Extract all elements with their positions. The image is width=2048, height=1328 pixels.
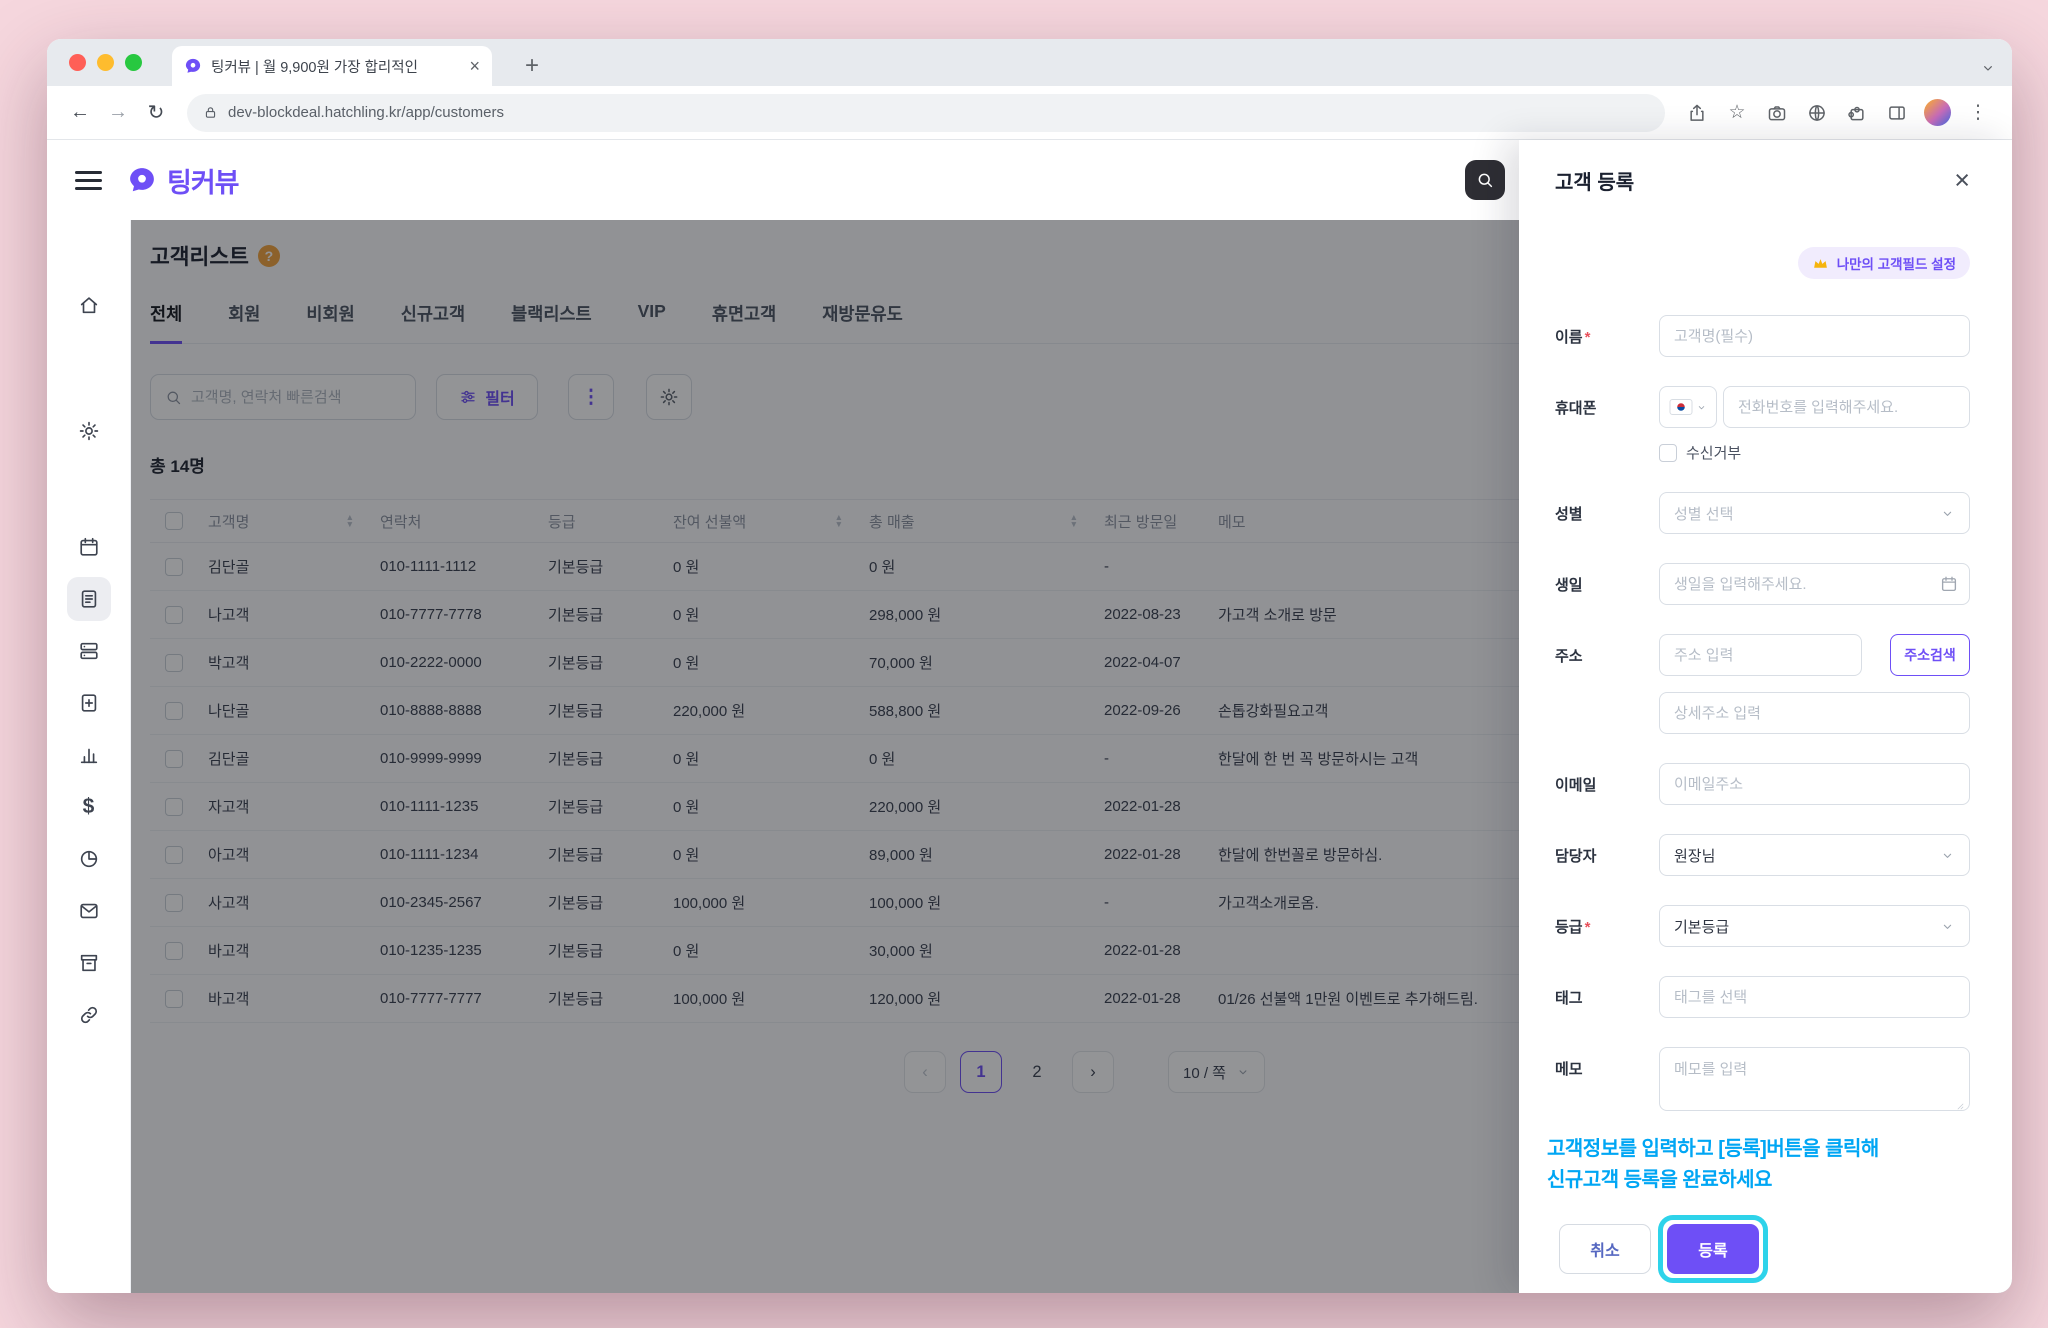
gender-label: 성별: [1555, 506, 1583, 523]
logo-text: 팅커뷰: [167, 167, 240, 198]
address-detail-input[interactable]: [1659, 692, 1970, 734]
gender-select[interactable]: 성별 선택: [1659, 492, 1970, 534]
phone-label: 휴대폰: [1555, 400, 1597, 417]
drawer-title: 고객 등록: [1555, 172, 1635, 194]
browser-menu-button[interactable]: ⋮: [1960, 96, 1996, 130]
calendar-icon[interactable]: [1940, 575, 1958, 593]
share-button[interactable]: [1679, 96, 1715, 130]
site-favicon-icon: [184, 57, 202, 75]
browser-tab[interactable]: 팅커뷰 | 월 9,900원 가장 합리적인 ×: [172, 46, 492, 86]
app-viewport: 팅커뷰 $ 고객리스트 ? 전체 회원 비회원 신규고객 블랙리스트 VIP 휴…: [47, 140, 2012, 1293]
reload-button[interactable]: ↻: [139, 96, 173, 130]
customer-register-drawer: 고객 등록 × 나만의 고객필드 설정 이름* 휴대폰: [1519, 140, 2012, 1293]
sidebar-item-settings[interactable]: [67, 409, 111, 453]
chevron-down-icon: [1940, 919, 1955, 934]
tab-close-icon[interactable]: ×: [469, 57, 480, 75]
search-icon: [1476, 171, 1494, 189]
global-search-button[interactable]: [1465, 160, 1505, 200]
browser-window: 팅커뷰 | 월 9,900원 가장 합리적인 × + ← → ↻ dev-blo…: [47, 39, 2012, 1293]
sidebar-item-statistics[interactable]: [67, 733, 111, 777]
sms-optout-row: 수신거부: [1659, 442, 1970, 463]
translate-icon: [1807, 103, 1827, 123]
crown-icon: [1812, 255, 1829, 272]
sidebar-item-home[interactable]: [67, 283, 111, 327]
country-code-select[interactable]: [1659, 386, 1717, 428]
submit-button[interactable]: 등록: [1658, 1215, 1768, 1283]
drawer-actions: 취소 등록: [1555, 1215, 1970, 1283]
birthday-label: 생일: [1555, 577, 1583, 594]
back-button[interactable]: ←: [63, 96, 97, 130]
url-text: dev-blockdeal.hatchling.kr/app/customers: [228, 104, 504, 121]
sidebar-item-sales[interactable]: $: [67, 785, 111, 829]
browser-tabstrip: 팅커뷰 | 월 9,900원 가장 합리적인 × +: [47, 39, 2012, 86]
tab-search-button[interactable]: [1980, 60, 1996, 76]
manager-select[interactable]: 원장님: [1659, 834, 1970, 876]
email-input[interactable]: [1659, 763, 1970, 805]
new-tab-button[interactable]: +: [515, 49, 549, 83]
extensions-button[interactable]: [1839, 96, 1875, 130]
screen: 팅커뷰 | 월 9,900원 가장 합리적인 × + ← → ↻ dev-blo…: [0, 0, 2048, 1328]
kr-flag-icon: [1669, 396, 1693, 418]
chevron-down-icon: [1940, 848, 1955, 863]
window-controls: [69, 54, 142, 71]
grade-select[interactable]: 기본등급: [1659, 905, 1970, 947]
close-window-button[interactable]: [69, 54, 86, 71]
sidebar-item-calendar[interactable]: [67, 525, 111, 569]
address-input[interactable]: [1659, 634, 1862, 676]
app-logo[interactable]: 팅커뷰: [127, 161, 240, 200]
sms-optout-checkbox[interactable]: [1659, 443, 1677, 462]
fullscreen-window-button[interactable]: [125, 54, 142, 71]
resize-handle-icon[interactable]: [1953, 1099, 1965, 1111]
browser-toolbar: ← → ↻ dev-blockdeal.hatchling.kr/app/cus…: [47, 86, 2012, 140]
chevron-down-icon: [1696, 402, 1707, 413]
address-label: 주소: [1555, 648, 1583, 665]
coach-annotation: 고객정보를 입력하고 [등록]버튼을 클릭해 신규고객 등록을 완료하세요: [1547, 1138, 1879, 1191]
phone-input[interactable]: [1723, 386, 1970, 428]
sidebar-item-messages[interactable]: [67, 889, 111, 933]
memo-textarea[interactable]: [1659, 1047, 1970, 1111]
grade-label: 등급 *: [1555, 919, 1591, 936]
email-label: 이메일: [1555, 777, 1597, 794]
translate-button[interactable]: [1799, 96, 1835, 130]
tag-label: 태그: [1555, 990, 1583, 1007]
chevron-down-icon: [1940, 506, 1955, 521]
lock-icon: [203, 105, 218, 120]
sidebar-item-reports[interactable]: [67, 837, 111, 881]
logo-bubble-icon: [127, 165, 157, 195]
chevron-down-icon: [1980, 60, 1996, 76]
customer-form: 이름* 휴대폰: [1555, 315, 1970, 1116]
hamburger-menu-icon[interactable]: [75, 170, 102, 190]
drawer-close-icon[interactable]: ×: [1954, 167, 1970, 194]
tab-title: 팅커뷰 | 월 9,900원 가장 합리적인: [211, 59, 418, 76]
custom-fields-settings-link[interactable]: 나만의 고객필드 설정: [1797, 247, 1970, 279]
minimize-window-button[interactable]: [97, 54, 114, 71]
forward-button[interactable]: →: [101, 96, 135, 130]
app-sidebar: $: [47, 220, 131, 1293]
name-input[interactable]: [1659, 315, 1970, 357]
sidebar-item-products[interactable]: [67, 629, 111, 673]
profile-avatar[interactable]: [1924, 99, 1951, 126]
side-panel-button[interactable]: [1879, 96, 1915, 130]
puzzle-icon: [1847, 103, 1867, 123]
share-icon: [1687, 103, 1707, 123]
sidebar-item-storage[interactable]: [67, 941, 111, 985]
camera-icon: [1767, 103, 1787, 123]
tag-input[interactable]: [1659, 976, 1970, 1018]
bookmark-button[interactable]: ☆: [1719, 96, 1755, 130]
memo-label: 메모: [1555, 1061, 1583, 1078]
cancel-button[interactable]: 취소: [1559, 1224, 1651, 1274]
sidebar-item-customers[interactable]: [66, 577, 111, 621]
address-search-button[interactable]: 주소검색: [1890, 634, 1970, 676]
side-panel-icon: [1887, 103, 1907, 123]
sidebar-item-new-document[interactable]: [67, 681, 111, 725]
birthday-input[interactable]: [1659, 563, 1970, 605]
screenshot-button[interactable]: [1759, 96, 1795, 130]
manager-label: 담당자: [1555, 848, 1597, 865]
sidebar-item-links[interactable]: [67, 993, 111, 1037]
url-bar[interactable]: dev-blockdeal.hatchling.kr/app/customers: [187, 93, 1665, 132]
name-label: 이름 *: [1555, 329, 1591, 346]
